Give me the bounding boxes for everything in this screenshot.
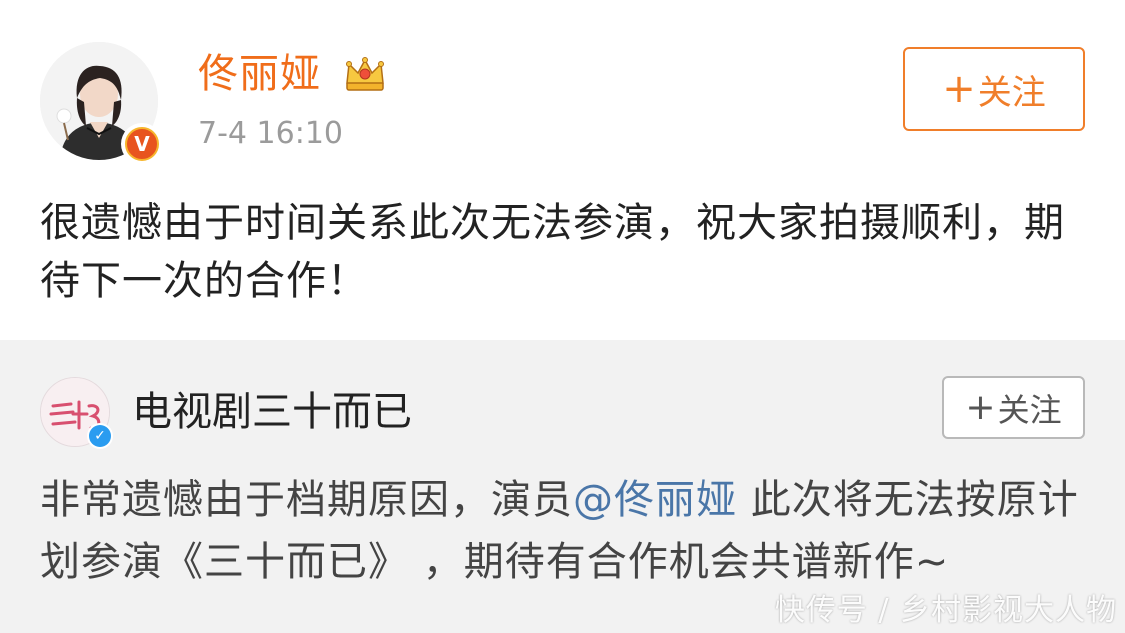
follow-button[interactable]: + 关注 [903,47,1085,131]
crown-icon [346,57,384,91]
repost-content-before: 非常遗憾由于档期原因，演员 [40,477,573,523]
plus-icon: + [942,66,976,112]
post-timestamp: 7-4 16:10 [198,116,343,151]
watermark: 快传号 / 乡村影视大人物 [774,593,1117,628]
repost-content: 非常遗憾由于档期原因，演员@佟丽娅 此次将无法按原计划参演《三十而已》 ，期待有… [40,469,1095,593]
mention-link[interactable]: @佟丽娅 [573,477,737,523]
weibo-post: V 佟丽娅 7-4 16:10 + 关注 很遗憾由于时间关系此次无法参演，祝大家… [0,0,1125,340]
plus-icon: + [965,386,996,428]
repost-follow-button[interactable]: + 关注 [942,376,1085,439]
repost-user-name[interactable]: 电视剧三十而已 [132,386,412,438]
user-name[interactable]: 佟丽娅 [198,48,321,100]
post-content: 很遗憾由于时间关系此次无法参演，祝大家拍摄顺利，期待下一次的合作！ [40,200,1065,304]
follow-label: 关注 [977,72,1046,113]
verified-badge-icon: V [121,123,163,165]
verified-badge-icon: ✓ [87,423,113,449]
repost-follow-label: 关注 [997,390,1062,429]
retweeted-post[interactable]: ✓ 电视剧三十而已 + 关注 非常遗憾由于档期原因，演员@佟丽娅 此次将无法按原… [0,340,1125,633]
verified-badge-check: ✓ [89,425,111,447]
verified-badge-letter: V [125,127,159,161]
